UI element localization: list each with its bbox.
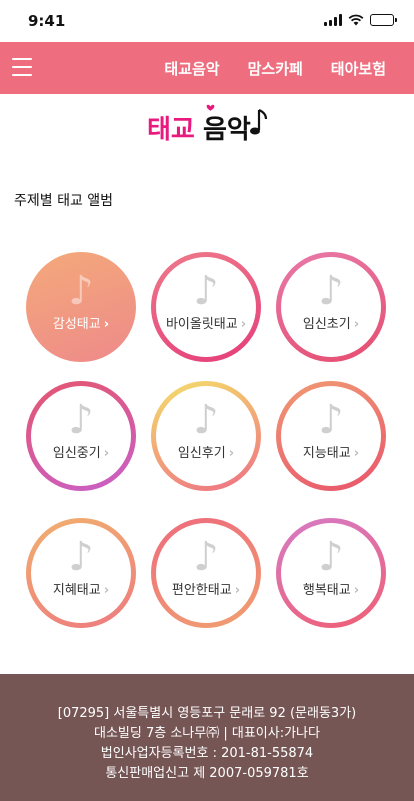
top-nav-bar: 태교음악 맘스카페 태아보험 (0, 42, 414, 94)
footer-address: [07295] 서울특별시 영등포구 문래로 92 (문래동3가) (57, 706, 357, 721)
album-label: 지혜태교 › (31, 579, 131, 598)
album-item[interactable]: ♪ 감성태교 › (26, 252, 136, 362)
album-ring: ♪ 지능태교 › (276, 381, 386, 491)
album-circle: ♪ 지혜태교 › (31, 523, 131, 623)
status-time: 9:41 (28, 12, 66, 30)
album-label-text: 임신중기 (52, 446, 101, 461)
album-circle: ♪ 편안한태교 › (156, 523, 256, 623)
album-label: 임신후기 › (156, 442, 256, 461)
album-ring: ♪ 임신초기 › (276, 252, 386, 362)
music-note-icon: ♪ (68, 534, 94, 580)
top-nav: 태교음악 맘스카페 태아보험 (164, 42, 414, 94)
nav-item-fetal-insurance[interactable]: 태아보험 (331, 58, 386, 79)
music-note-icon: ♪ (318, 397, 344, 443)
album-circle: ♪ 임신중기 › (31, 386, 131, 486)
chevron-right-icon: › (103, 583, 110, 598)
chevron-right-icon: › (103, 317, 110, 332)
album-label: 바이올릿태교 › (156, 313, 256, 332)
album-ring: ♪ 행복태교 › (276, 518, 386, 628)
chevron-right-icon: › (240, 317, 247, 332)
chevron-right-icon: › (353, 583, 360, 598)
footer-sales-registration: 통신판매업신고 제 2007-059781호 (105, 766, 309, 781)
album-label-text: 지능태교 (302, 446, 351, 461)
music-note-icon: ♪ (193, 534, 219, 580)
album-item[interactable]: ♪ 지능태교 › (276, 381, 386, 491)
chevron-right-icon: › (234, 583, 241, 598)
album-label-text: 임신후기 (177, 446, 226, 461)
album-label: 감성태교 › (31, 313, 131, 332)
album-item[interactable]: ♪ 편안한태교 › (151, 518, 261, 628)
album-ring: ♪ 지혜태교 › (26, 518, 136, 628)
music-note-icon: ♪ (318, 534, 344, 580)
album-ring: ♪ 바이올릿태교 › (151, 252, 261, 362)
album-ring: ♪ 임신후기 › (151, 381, 261, 491)
section-title: 주제별 태교 앨범 (14, 193, 114, 209)
album-ring: ♪ 임신중기 › (26, 381, 136, 491)
album-label-text: 편안한태교 (171, 583, 232, 598)
album-label-text: 행복태교 (302, 583, 351, 598)
album-label: 편안한태교 › (156, 579, 256, 598)
album-label: 지능태교 › (281, 442, 381, 461)
battery-icon (370, 14, 397, 26)
album-label: 임신중기 › (31, 442, 131, 461)
music-note-icon: ♪ (318, 268, 344, 314)
album-label-text: 감성태교 (52, 317, 101, 332)
album-item[interactable]: ♪ 바이올릿태교 › (151, 252, 261, 362)
svg-text:태교: 태교 (147, 115, 195, 145)
music-note-icon: ♪ (193, 397, 219, 443)
album-label: 임신초기 › (281, 313, 381, 332)
album-label-text: 임신초기 (302, 317, 351, 332)
album-item[interactable]: ♪ 임신초기 › (276, 252, 386, 362)
signal-icon (324, 14, 342, 26)
music-note-icon: ♪ (68, 268, 94, 314)
album-item[interactable]: ♪ 임신후기 › (151, 381, 261, 491)
album-circle: ♪ 행복태교 › (281, 523, 381, 623)
app-logo: 태교 음악 (147, 104, 268, 145)
album-item[interactable]: ♪ 행복태교 › (276, 518, 386, 628)
wifi-icon (348, 14, 364, 26)
svg-text:음악: 음악 (203, 115, 251, 145)
footer-business-number: 법인사업자등록번호 : 201-81-55874 (100, 746, 314, 761)
nav-item-moms-cafe[interactable]: 맘스카페 (248, 58, 303, 79)
album-label-text: 바이올릿태교 (165, 317, 238, 332)
footer-company: 대소빌딩 7층 소나무㈜ | 대표이사:가나다 (94, 726, 320, 741)
album-ring: ♪ 감성태교 › (26, 252, 136, 362)
chevron-right-icon: › (228, 446, 235, 461)
album-circle: ♪ 바이올릿태교 › (156, 257, 256, 357)
album-label: 행복태교 › (281, 579, 381, 598)
chevron-right-icon: › (353, 317, 360, 332)
music-note-icon: ♪ (68, 397, 94, 443)
album-circle: ♪ 지능태교 › (281, 386, 381, 486)
music-note-icon: ♪ (193, 268, 219, 314)
album-item[interactable]: ♪ 임신중기 › (26, 381, 136, 491)
album-circle: ♪ 임신초기 › (281, 257, 381, 357)
status-icons (324, 14, 397, 26)
nav-item-taegyo-music[interactable]: 태교음악 (164, 58, 219, 79)
chevron-right-icon: › (353, 446, 360, 461)
hamburger-menu-icon[interactable] (12, 58, 32, 76)
album-circle: ♪ 임신후기 › (156, 386, 256, 486)
album-circle: ♪ 감성태교 › (31, 257, 131, 357)
status-bar: 9:41 (0, 0, 414, 42)
footer: [07295] 서울특별시 영등포구 문래로 92 (문래동3가) 대소빌딩 7… (0, 674, 414, 801)
album-label-text: 지혜태교 (52, 583, 101, 598)
chevron-right-icon: › (103, 446, 110, 461)
album-ring: ♪ 편안한태교 › (151, 518, 261, 628)
album-item[interactable]: ♪ 지혜태교 › (26, 518, 136, 628)
